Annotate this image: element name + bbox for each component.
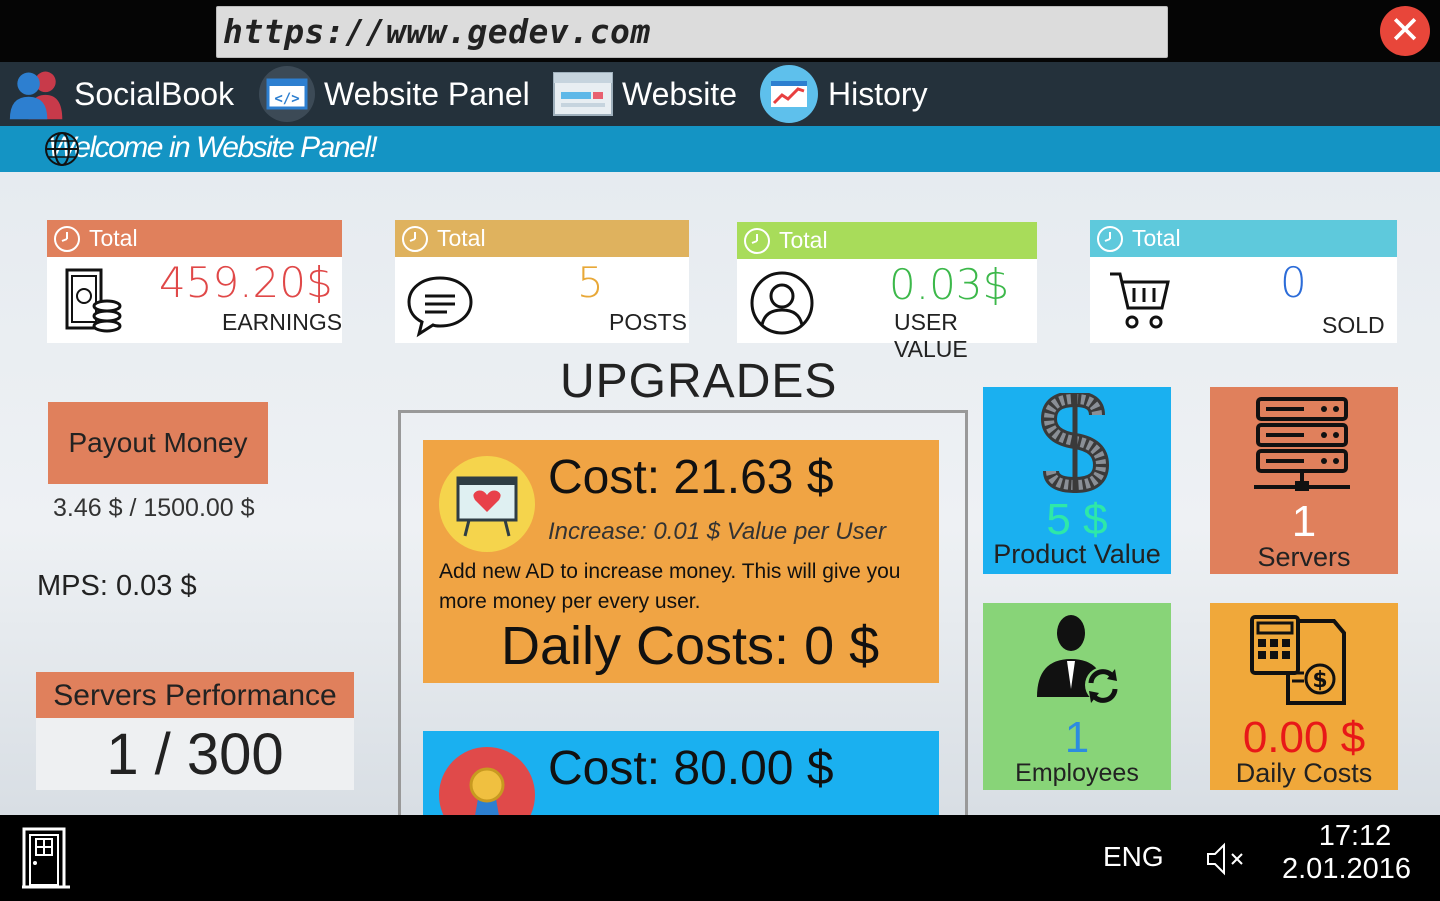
stat-value-earnings: 459.20$ xyxy=(159,258,333,307)
tile-caption: Employees xyxy=(1015,759,1139,787)
tile-employees[interactable]: 1 Employees xyxy=(983,603,1171,790)
nav-item-socialbook[interactable]: SocialBook xyxy=(8,62,234,126)
nav-label-website-panel: Website Panel xyxy=(324,75,530,112)
stat-value-sold: 0 xyxy=(1280,258,1307,307)
url-bar[interactable]: https://www.gedev.com xyxy=(216,6,1168,58)
nav-label-history: History xyxy=(828,75,928,112)
clock-icon xyxy=(402,225,428,252)
upgrade-description: Add new AD to increase money. This will … xyxy=(439,560,901,613)
stat-caption-user-value: USER VALUE xyxy=(894,309,968,362)
server-rack-icon xyxy=(1254,397,1350,491)
stat-card-user-value: Total 0.03$ USER VALUE xyxy=(737,222,1037,362)
speaker-muted-icon[interactable] xyxy=(1206,842,1248,876)
svg-text:$: $ xyxy=(1312,668,1327,693)
upgrades-title: UPGRADES xyxy=(560,355,838,408)
stat-value-user-value: 0.03$ xyxy=(889,260,1010,309)
browser-window-icon xyxy=(552,65,614,123)
trend-chart-icon xyxy=(760,65,818,123)
tile-value: 1 xyxy=(1291,497,1317,546)
employee-refresh-icon xyxy=(1037,615,1121,703)
stat-card-posts: Total 5 POSTS xyxy=(395,220,689,343)
payout-progress: 3.46 $ / 1500.00 $ xyxy=(53,494,255,522)
chat-bubble-icon xyxy=(407,276,473,338)
payout-money-button[interactable]: Payout Money xyxy=(48,402,268,484)
upgrade-increase: Increase: 0.01 $ Value per User xyxy=(548,518,886,545)
close-button[interactable]: ✕ xyxy=(1380,6,1430,56)
stat-value-posts: 5 xyxy=(577,258,604,307)
upgrade-cost: Cost: 21.63 $ xyxy=(548,451,834,504)
code-window-icon: </> xyxy=(258,65,316,123)
mps-value: MPS: 0.03 $ xyxy=(37,570,197,602)
nav-label-socialbook: SocialBook xyxy=(74,75,235,112)
servers-performance-label: Servers Performance xyxy=(36,672,354,718)
nav-item-website-panel[interactable]: </> Website Panel xyxy=(258,62,530,126)
clock-date: 2.01.2016 xyxy=(1282,853,1412,885)
stat-card-sold: Total 0 SOLD xyxy=(1090,220,1397,343)
award-ribbon-icon xyxy=(439,747,535,815)
clock-icon xyxy=(54,225,80,252)
upgrade-daily-costs: Daily Costs: 0 $ xyxy=(501,616,880,676)
servers-performance-value: 1 / 300 xyxy=(36,718,354,790)
stat-caption-posts: POSTS xyxy=(609,309,687,335)
stat-header: Total xyxy=(395,220,689,257)
tile-servers[interactable]: 1 Servers xyxy=(1210,387,1398,574)
people-icon xyxy=(8,65,66,123)
tile-value: 5 $ xyxy=(1046,495,1108,544)
tile-daily-costs[interactable]: $ 0.00 $ Daily Costs xyxy=(1210,603,1398,790)
nav-item-history[interactable]: History xyxy=(760,62,928,126)
upgrade-card-ad[interactable]: Cost: 21.63 $ Increase: 0.01 $ Value per… xyxy=(423,440,939,683)
nav-item-website[interactable]: Website xyxy=(552,62,737,126)
upgrade-card-award[interactable]: Cost: 80.00 $ xyxy=(423,731,939,815)
calculator-invoice-icon: $ xyxy=(1250,615,1346,705)
stat-header-label: Total xyxy=(1132,225,1181,251)
browser-bar: https://www.gedev.com ✕ xyxy=(0,0,1440,62)
stat-card-earnings: Total 459.20$ EARNINGS xyxy=(47,220,342,343)
tile-product-value[interactable]: 5 $ Product Value xyxy=(983,387,1171,574)
stat-header: Total xyxy=(47,220,342,257)
language-indicator[interactable]: ENG xyxy=(1103,841,1164,873)
stat-header-label: Total xyxy=(779,227,828,253)
upgrade-cost: Cost: 80.00 $ xyxy=(548,742,834,795)
stat-header-label: Total xyxy=(437,225,486,251)
money-stack-icon xyxy=(65,268,122,333)
stat-header: Total xyxy=(737,222,1037,259)
dollar-conveyor-icon xyxy=(1040,393,1110,493)
stat-caption-sold: SOLD xyxy=(1322,312,1385,338)
tile-caption: Servers xyxy=(1257,542,1351,572)
clock-icon xyxy=(1097,225,1123,252)
clock-icon xyxy=(744,227,770,254)
svg-text:</>: </> xyxy=(274,91,299,107)
billboard-heart-icon xyxy=(439,456,535,552)
shopping-cart-icon xyxy=(1110,272,1170,329)
tile-value: 1 xyxy=(1064,713,1090,762)
tile-value: 0.00 $ xyxy=(1242,713,1366,762)
door-exit-icon[interactable] xyxy=(22,827,70,889)
stat-caption-earnings: EARNINGS xyxy=(222,309,343,335)
nav-bar: SocialBook </> Website Panel Website His… xyxy=(0,62,1440,126)
globe-icon xyxy=(45,132,79,166)
tile-caption: Product Value xyxy=(993,539,1161,569)
tile-caption: Daily Costs xyxy=(1235,758,1373,788)
nav-label-website: Website xyxy=(622,75,738,112)
welcome-banner: Welcome in Website Panel! xyxy=(0,126,1440,172)
stat-header-label: Total xyxy=(89,225,138,251)
user-circle-icon xyxy=(750,271,814,335)
stat-header: Total xyxy=(1090,220,1397,257)
clock-time: 17:12 xyxy=(1318,820,1392,852)
